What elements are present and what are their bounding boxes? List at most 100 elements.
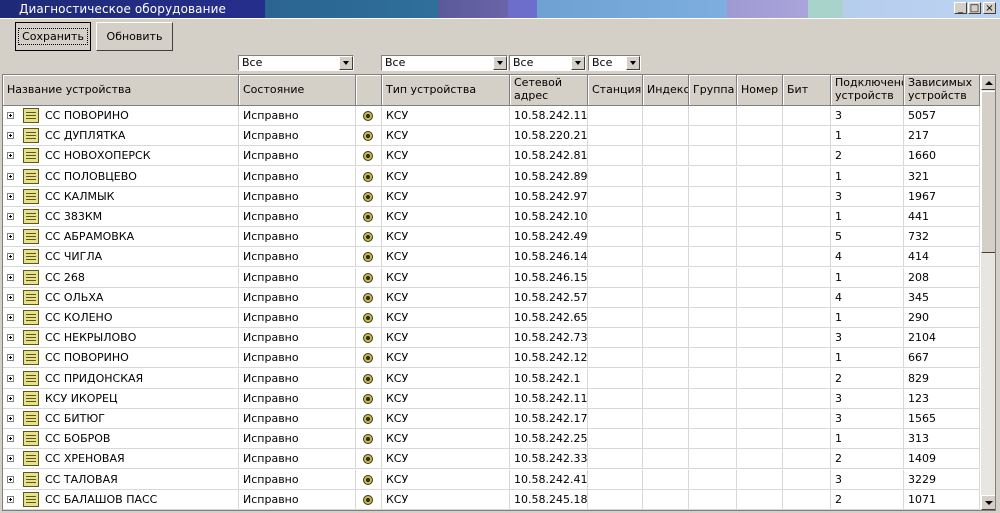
expand-plus-icon[interactable] — [7, 495, 14, 503]
column-header-connected[interactable]: Подключено устройств — [831, 75, 904, 106]
expand-plus-icon[interactable] — [7, 132, 14, 140]
expand-plus-icon[interactable] — [7, 435, 14, 443]
cell-state: Исправно — [239, 146, 356, 167]
column-header-status-icon[interactable] — [356, 75, 382, 106]
expand-plus-icon[interactable] — [7, 192, 14, 200]
expand-plus-icon[interactable] — [7, 293, 14, 301]
expand-plus-icon[interactable] — [7, 354, 14, 362]
table-row[interactable]: СС ПОВОРИНО Исправно КСУ 10.58.242.129 1 667 — [3, 348, 980, 369]
cell-name: СС 268 — [3, 267, 239, 288]
table-row[interactable]: КСУ ИКОРЕЦ Исправно КСУ 10.58.242.11 3 123 — [3, 388, 980, 409]
device-grid[interactable]: Название устройства Состояние Тип устрой… — [2, 74, 996, 511]
cell-dependent: 290 — [904, 308, 980, 328]
cell-empty — [643, 429, 689, 450]
column-header-station[interactable]: Станция — [588, 75, 643, 106]
status-ok-icon — [363, 191, 373, 202]
table-row[interactable]: СС КОЛЕНО Исправно КСУ 10.58.242.65 1 290 — [3, 308, 980, 328]
save-button[interactable]: Сохранить — [15, 22, 91, 51]
expand-plus-icon[interactable] — [7, 112, 14, 119]
scroll-up-button[interactable] — [981, 75, 995, 90]
cell-empty — [737, 388, 783, 409]
table-row[interactable]: СС БАЛАШОВ ПАСС Исправно КСУ 10.58.245.186 2… — [3, 489, 980, 510]
grid-header: Название устройства Состояние Тип устрой… — [3, 75, 980, 106]
scroll-down-button[interactable] — [981, 495, 995, 510]
table-row[interactable]: СС ПОЛОВЦЕВО Исправно КСУ 10.58.242.89 1 321 — [3, 166, 980, 187]
cell-status-icon — [356, 166, 382, 187]
device-icon — [23, 209, 39, 224]
chevron-down-icon[interactable] — [571, 56, 585, 70]
table-row[interactable]: СС АБРАМОВКА Исправно КСУ 10.58.242.49 5 732 — [3, 227, 980, 248]
column-header-dependent[interactable]: Зависимых устройств — [904, 75, 980, 106]
cell-empty — [588, 429, 643, 450]
column-header-number[interactable]: Номер — [737, 75, 783, 106]
cell-name: СС ПОВОРИНО — [3, 106, 239, 126]
table-row[interactable]: СС ПРИДОНСКАЯ Исправно КСУ 10.58.242.1 2 829 — [3, 368, 980, 389]
type-filter-select[interactable]: Все — [381, 55, 508, 71]
table-row[interactable]: СС НОВОХОПЕРСК Исправно КСУ 10.58.242.81 2 16… — [3, 146, 980, 167]
cell-dependent: 1071 — [904, 489, 980, 510]
cell-empty — [737, 166, 783, 187]
table-row[interactable]: СС БИТЮГ Исправно КСУ 10.58.242.17 3 1565 — [3, 409, 980, 429]
chevron-down-icon[interactable] — [626, 56, 640, 70]
expand-plus-icon[interactable] — [7, 273, 14, 281]
cell-state: Исправно — [239, 429, 356, 450]
status-ok-icon — [363, 111, 373, 121]
state-filter-select[interactable]: Все — [238, 55, 354, 71]
column-header-index[interactable]: Индекс — [643, 75, 689, 106]
column-header-bit[interactable]: Бит — [783, 75, 831, 106]
close-button[interactable]: × — [983, 2, 996, 14]
device-name: СС ПОЛОВЦЕВО — [45, 169, 137, 183]
table-row[interactable]: СС ЧИГЛА Исправно КСУ 10.58.246.146 4 414 — [3, 247, 980, 268]
column-header-group[interactable]: Группа — [689, 75, 737, 106]
table-row[interactable]: СС НЕКРЫЛОВО Исправно КСУ 10.58.242.73 3 2104 — [3, 328, 980, 349]
cell-dependent: 414 — [904, 247, 980, 268]
cell-name: СС КОЛЕНО — [3, 308, 239, 328]
device-icon — [23, 390, 39, 406]
window-title: Диагностическое оборудование — [19, 2, 226, 16]
cell-empty — [643, 489, 689, 510]
table-row[interactable]: СС 268 Исправно КСУ 10.58.246.154 1 208 — [3, 267, 980, 288]
table-row[interactable]: СС БОБРОВ Исправно КСУ 10.58.242.25 1 313 — [3, 429, 980, 450]
table-row[interactable]: СС ХРЕНОВАЯ Исправно КСУ 10.58.242.33 2 1409 — [3, 449, 980, 470]
column-header-ip[interactable]: Сетевой адрес — [510, 75, 588, 106]
table-row[interactable]: СС ТАЛОВАЯ Исправно КСУ 10.58.242.41 3 3229 — [3, 469, 980, 490]
cell-ip: 10.58.246.154 — [510, 267, 588, 288]
station-filter-select[interactable]: Все — [588, 55, 641, 71]
column-header-type[interactable]: Тип устройства — [382, 75, 510, 106]
cell-empty — [643, 106, 689, 126]
column-header-name[interactable]: Название устройства — [3, 75, 239, 106]
table-row[interactable]: СС КАЛМЫК Исправно КСУ 10.58.242.97 3 1967 — [3, 186, 980, 207]
table-row[interactable]: СС ПОВОРИНО Исправно КСУ 10.58.242.113 3 5057 — [3, 106, 980, 126]
refresh-button[interactable]: Обновить — [96, 22, 173, 51]
scroll-thumb[interactable] — [981, 91, 995, 253]
table-row[interactable]: СС 383КМ Исправно КСУ 10.58.242.105 1 441 — [3, 207, 980, 227]
expand-plus-icon[interactable] — [7, 152, 14, 160]
expand-plus-icon[interactable] — [7, 233, 14, 241]
expand-plus-icon[interactable] — [7, 334, 14, 342]
maximize-button[interactable]: □ — [968, 2, 981, 14]
title-bar[interactable]: Диагностическое оборудование _ □ × — [0, 0, 1000, 18]
expand-plus-icon[interactable] — [7, 213, 14, 220]
expand-plus-icon[interactable] — [7, 172, 14, 180]
cell-empty — [737, 247, 783, 268]
expand-plus-icon[interactable] — [7, 374, 14, 382]
cell-dependent: 1409 — [904, 449, 980, 470]
cell-empty — [737, 146, 783, 167]
cell-type: КСУ — [382, 449, 510, 470]
cell-type: КСУ — [382, 146, 510, 167]
expand-plus-icon[interactable] — [7, 475, 14, 483]
chevron-down-icon[interactable] — [339, 56, 353, 70]
expand-plus-icon[interactable] — [7, 455, 14, 463]
minimize-button[interactable]: _ — [954, 2, 967, 14]
table-row[interactable]: СС ОЛЬХА Исправно КСУ 10.58.242.57 4 345 — [3, 287, 980, 308]
chevron-down-icon[interactable] — [493, 56, 507, 70]
expand-plus-icon[interactable] — [7, 314, 14, 321]
vertical-scrollbar[interactable] — [981, 75, 995, 510]
expand-plus-icon[interactable] — [7, 394, 14, 402]
expand-plus-icon[interactable] — [7, 415, 14, 422]
expand-plus-icon[interactable] — [7, 253, 14, 261]
table-row[interactable]: СС ДУПЛЯТКА Исправно КСУ 10.58.220.218 1 217 — [3, 126, 980, 147]
ip-filter-select[interactable]: Все — [509, 55, 586, 71]
column-header-state[interactable]: Состояние — [239, 75, 356, 106]
cell-empty — [643, 449, 689, 470]
